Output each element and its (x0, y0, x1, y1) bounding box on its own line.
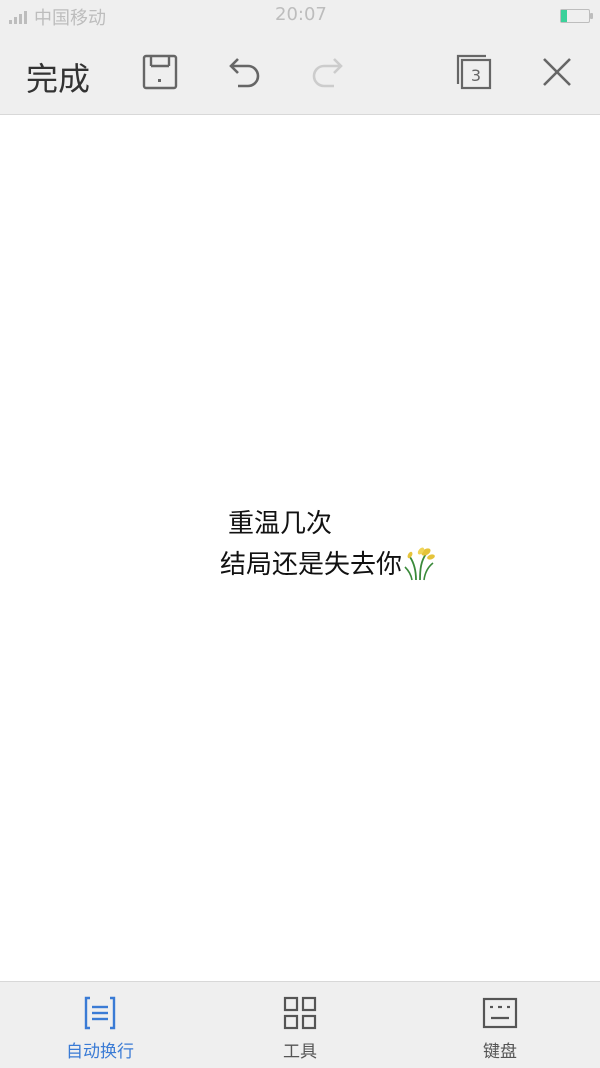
tools-label: 工具 (283, 1042, 317, 1062)
pages-button[interactable]: 3 (452, 50, 496, 94)
rice-plant-emoji-icon (404, 547, 435, 580)
save-icon (142, 54, 178, 90)
auto-wrap-button[interactable]: 自动换行 (40, 994, 160, 1062)
editor-toolbar: 完成 3 (0, 32, 600, 115)
redo-button[interactable] (306, 50, 350, 94)
auto-wrap-label: 自动换行 (66, 1042, 134, 1062)
text-line-2[interactable]: 结局还是失去你 (220, 544, 436, 581)
done-button[interactable]: 完成 (26, 54, 90, 100)
status-time: 20:07 (275, 4, 327, 25)
carrier-label: 中国移动 (34, 8, 106, 29)
auto-wrap-icon (84, 996, 116, 1030)
status-left: 中国移动 (8, 4, 106, 30)
keyboard-label: 键盘 (483, 1042, 517, 1062)
bottom-toolbar: 自动换行 工具 键盘 (0, 981, 600, 1068)
pages-count: 3 (471, 66, 481, 85)
signal-icon (9, 11, 27, 24)
close-icon (543, 58, 571, 86)
document-canvas[interactable]: 重温几次 结局还是失去你 (0, 115, 600, 981)
undo-icon (229, 58, 260, 88)
grid-icon (283, 996, 317, 1030)
battery-icon (560, 9, 593, 23)
text-line-1[interactable]: 重温几次 (228, 503, 332, 540)
pages-icon: 3 (456, 54, 492, 90)
undo-button[interactable] (222, 50, 266, 94)
redo-icon (312, 58, 343, 88)
tools-button[interactable]: 工具 (240, 994, 360, 1062)
close-button[interactable] (535, 50, 579, 94)
text-line-2-content: 结局还是失去你 (220, 550, 403, 580)
keyboard-button[interactable]: 键盘 (440, 994, 560, 1062)
keyboard-icon (482, 997, 518, 1029)
save-button[interactable] (138, 50, 182, 94)
status-bar: 中国移动 20:07 (0, 0, 600, 32)
